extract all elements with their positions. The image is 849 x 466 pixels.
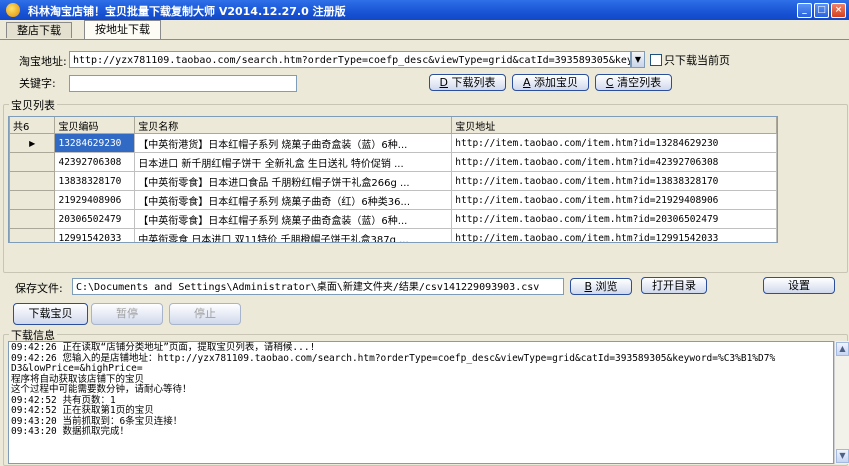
log-line: 09:42:52 正在获取第1页的宝贝 bbox=[11, 405, 154, 416]
cell-url[interactable]: http://item.taobao.com/item.htm?id=12991… bbox=[451, 228, 777, 242]
cell-name[interactable]: 【中英衔港货】日本红帽子系列 烧菓子曲奇盒装（蓝）6种... bbox=[134, 133, 453, 153]
cell-url[interactable]: http://item.taobao.com/item.htm?id=21929… bbox=[451, 190, 777, 210]
cell-id[interactable]: 13838328170 bbox=[54, 171, 136, 191]
save-file-label: 保存文件: bbox=[15, 282, 63, 295]
window-title: 科林淘宝店铺！宝贝批量下载复制大师 V2014.12.27.0 注册版 bbox=[28, 5, 346, 18]
only-current-page-label: 只下载当前页 bbox=[664, 54, 730, 67]
cell-id[interactable]: 12991542033 bbox=[54, 228, 136, 242]
table-header-row: 共6 宝贝编码 宝贝名称 宝贝地址 bbox=[9, 117, 777, 134]
cell-id[interactable]: 13284629230 bbox=[54, 133, 136, 153]
log-line: 09:43:20 当前抓取到：6条宝贝连接！ bbox=[11, 415, 183, 427]
table-row[interactable]: 42392706308 日本进口 新千朋红帽子饼干 全新礼盒 生日送礼 特价促销… bbox=[9, 152, 777, 172]
only-current-page-checkbox[interactable] bbox=[650, 54, 662, 66]
scroll-up-icon[interactable]: ▲ bbox=[836, 342, 849, 356]
url-label: 淘宝地址: bbox=[19, 55, 67, 68]
clear-list-hotkey: C bbox=[605, 76, 614, 89]
browse-hotkey: B bbox=[584, 280, 593, 293]
cell-url[interactable]: http://item.taobao.com/item.htm?id=42392… bbox=[451, 152, 777, 172]
cell-id[interactable]: 20306502479 bbox=[54, 209, 136, 229]
url-input[interactable]: http://yzx781109.taobao.com/search.htm?o… bbox=[69, 51, 631, 68]
save-path-input[interactable]: C:\Documents and Settings\Administrator\… bbox=[72, 278, 564, 295]
row-indicator bbox=[9, 228, 56, 242]
keyword-input[interactable] bbox=[69, 75, 297, 92]
count-header: 共6 bbox=[9, 117, 56, 134]
cell-id[interactable]: 21929408906 bbox=[54, 190, 136, 210]
tab-bar: 整店下载 按地址下载 bbox=[0, 20, 849, 40]
stop-button[interactable]: 停止 bbox=[169, 303, 241, 325]
item-table: 共6 宝贝编码 宝贝名称 宝贝地址 ▶ 13284629230 【中英衔港货】日… bbox=[9, 117, 777, 242]
add-item-button[interactable]: A 添加宝贝 bbox=[512, 74, 589, 91]
app-logo-icon bbox=[6, 3, 20, 17]
open-directory-button[interactable]: 打开目录 bbox=[641, 277, 707, 294]
browse-button[interactable]: B 浏览 bbox=[570, 278, 632, 295]
column-header-url[interactable]: 宝贝地址 bbox=[451, 117, 777, 134]
row-indicator bbox=[9, 152, 56, 172]
tab-whole-shop[interactable]: 整店下载 bbox=[6, 22, 72, 38]
download-log[interactable]: 09:42:26 正在读取“店铺分类地址”页面，提取宝贝列表，请稍候...! 0… bbox=[8, 341, 834, 464]
cell-url[interactable]: http://item.taobao.com/item.htm?id=13838… bbox=[451, 171, 777, 191]
url-dropdown-button[interactable]: ▼ bbox=[631, 51, 645, 68]
table-row[interactable]: 12991542033 中英衔零食 日本进口 双11特价 千朋橙帽子饼干礼盒38… bbox=[9, 228, 777, 242]
item-grid[interactable]: 共6 宝贝编码 宝贝名称 宝贝地址 ▶ 13284629230 【中英衔港货】日… bbox=[8, 116, 778, 243]
table-row[interactable]: 13838328170 【中英衔零食】日本进口食品 千朋粉红帽子饼干礼盒266g… bbox=[9, 171, 777, 191]
cell-name[interactable]: 【中英衔零食】日本红帽子系列 烧菓子曲奇（红）6种类36... bbox=[134, 190, 453, 210]
row-indicator bbox=[9, 171, 56, 191]
log-line: 这个过程中可能需要数分钟，请耐心等待！ bbox=[11, 384, 192, 395]
row-indicator-icon: ▶ bbox=[9, 133, 56, 153]
keyword-label: 关键字: bbox=[19, 77, 56, 90]
column-header-name[interactable]: 宝贝名称 bbox=[134, 117, 453, 134]
settings-button[interactable]: 设置 bbox=[763, 277, 835, 294]
column-header-id[interactable]: 宝贝编码 bbox=[54, 117, 136, 134]
close-button[interactable]: × bbox=[831, 3, 846, 18]
table-row[interactable]: ▶ 13284629230 【中英衔港货】日本红帽子系列 烧菓子曲奇盒装（蓝）6… bbox=[9, 133, 777, 153]
table-row[interactable]: 21929408906 【中英衔零食】日本红帽子系列 烧菓子曲奇（红）6种类36… bbox=[9, 190, 777, 210]
log-line: 09:43:20 数据抓取完成！ bbox=[11, 426, 129, 437]
download-list-label: 下载列表 bbox=[451, 76, 496, 89]
cell-id[interactable]: 42392706308 bbox=[54, 152, 136, 172]
clear-list-label: 清空列表 bbox=[617, 76, 662, 89]
add-item-label: 添加宝贝 bbox=[534, 76, 579, 89]
minimize-button[interactable]: _ bbox=[797, 3, 812, 18]
maximize-button[interactable]: □ bbox=[814, 3, 829, 18]
log-line: 09:42:26 正在读取“店铺分类地址”页面，提取宝贝列表，请稍候...! bbox=[11, 342, 316, 353]
cell-name[interactable]: 【中英衔零食】日本红帽子系列 烧菓子曲奇盒装（蓝）6种... bbox=[134, 209, 453, 229]
download-list-hotkey: D bbox=[439, 76, 448, 89]
clear-list-button[interactable]: C 清空列表 bbox=[595, 74, 672, 91]
cell-name[interactable]: 【中英衔零食】日本进口食品 千朋粉红帽子饼干礼盒266g ... bbox=[134, 171, 453, 191]
chevron-down-icon: ▼ bbox=[634, 55, 642, 64]
cell-name[interactable]: 日本进口 新千朋红帽子饼干 全新礼盒 生日送礼 特价促销 ... bbox=[134, 152, 453, 172]
add-item-hotkey: A bbox=[522, 76, 531, 89]
scroll-down-icon[interactable]: ▼ bbox=[836, 449, 849, 463]
pause-button[interactable]: 暂停 bbox=[91, 303, 163, 325]
cell-name[interactable]: 中英衔零食 日本进口 双11特价 千朋橙帽子饼干礼盒387g ... bbox=[134, 228, 453, 242]
tab-by-address[interactable]: 按地址下载 bbox=[84, 20, 161, 39]
item-list-group-title: 宝贝列表 bbox=[9, 97, 57, 113]
title-bar: 科林淘宝店铺！宝贝批量下载复制大师 V2014.12.27.0 注册版 _ □ … bbox=[0, 0, 849, 20]
log-scrollbar[interactable]: ▲ ▼ bbox=[834, 341, 849, 464]
browse-label: 浏览 bbox=[595, 280, 618, 293]
download-list-button[interactable]: D 下载列表 bbox=[429, 74, 506, 91]
row-indicator bbox=[9, 209, 56, 229]
cell-url[interactable]: http://item.taobao.com/item.htm?id=13284… bbox=[451, 133, 777, 153]
download-items-button[interactable]: 下载宝贝 bbox=[13, 303, 88, 325]
row-indicator bbox=[9, 190, 56, 210]
log-line: D3&lowPrice=&highPrice= bbox=[11, 363, 143, 374]
table-row[interactable]: 20306502479 【中英衔零食】日本红帽子系列 烧菓子曲奇盒装（蓝）6种.… bbox=[9, 209, 777, 229]
cell-url[interactable]: http://item.taobao.com/item.htm?id=20306… bbox=[451, 209, 777, 229]
